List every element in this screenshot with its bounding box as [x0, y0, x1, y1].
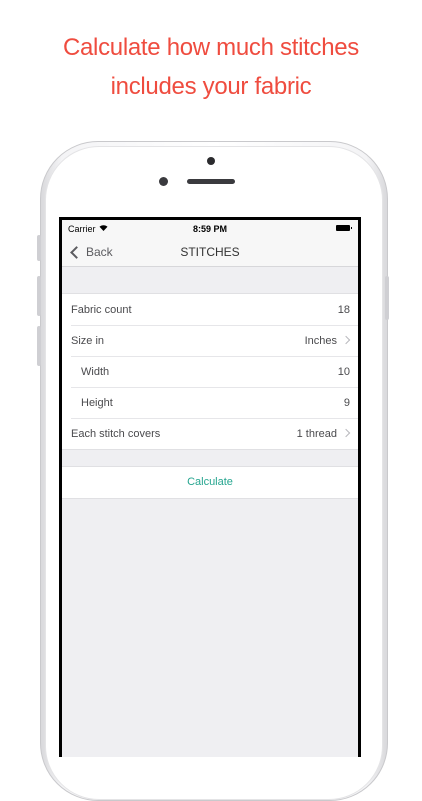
phone-screen: Carrier 8:59 PM Back STITCHES Fabric cou… — [59, 217, 361, 757]
fabric-count-label: Fabric count — [71, 303, 132, 316]
stitch-covers-label: Each stitch covers — [71, 427, 161, 440]
navigation-bar: Back STITCHES — [62, 237, 358, 267]
width-row[interactable]: Width 10 — [62, 356, 358, 387]
width-label: Width — [81, 365, 110, 378]
volume-down-button — [37, 326, 41, 366]
chevron-right-icon — [341, 335, 351, 345]
settings-group: Fabric count 18 Size in Inches Width 10 … — [62, 293, 358, 450]
size-in-value: Inches — [304, 334, 337, 347]
front-camera — [159, 177, 168, 186]
stitch-covers-value: 1 thread — [296, 427, 337, 440]
page-title: STITCHES — [180, 245, 240, 259]
proximity-sensor — [207, 157, 215, 165]
earpiece-speaker — [187, 179, 235, 184]
fabric-count-row[interactable]: Fabric count 18 — [62, 294, 358, 325]
stitch-covers-row[interactable]: Each stitch covers 1 thread — [62, 418, 358, 449]
headline-line-2: includes your fabric — [110, 73, 312, 100]
headline-line-1: Calculate how much stitches — [62, 34, 360, 61]
app-screen: Carrier 8:59 PM Back STITCHES Fabric cou… — [62, 220, 358, 757]
power-button — [385, 276, 389, 320]
status-time: 8:59 PM — [192, 224, 227, 234]
height-label: Height — [81, 396, 113, 409]
volume-up-button — [37, 276, 41, 316]
size-in-row[interactable]: Size in Inches — [62, 325, 358, 356]
fabric-count-value: 18 — [337, 303, 350, 316]
height-row[interactable]: Height 9 — [62, 387, 358, 418]
size-in-label: Size in — [71, 334, 105, 347]
chevron-right-icon — [341, 428, 351, 438]
height-value: 9 — [343, 396, 350, 409]
calculate-button[interactable]: Calculate — [62, 467, 358, 498]
mute-switch — [37, 235, 41, 261]
action-group: Calculate — [62, 466, 358, 499]
battery-icon — [336, 225, 352, 231]
width-value: 10 — [337, 365, 350, 378]
status-bar: Carrier 8:59 PM — [62, 220, 358, 237]
